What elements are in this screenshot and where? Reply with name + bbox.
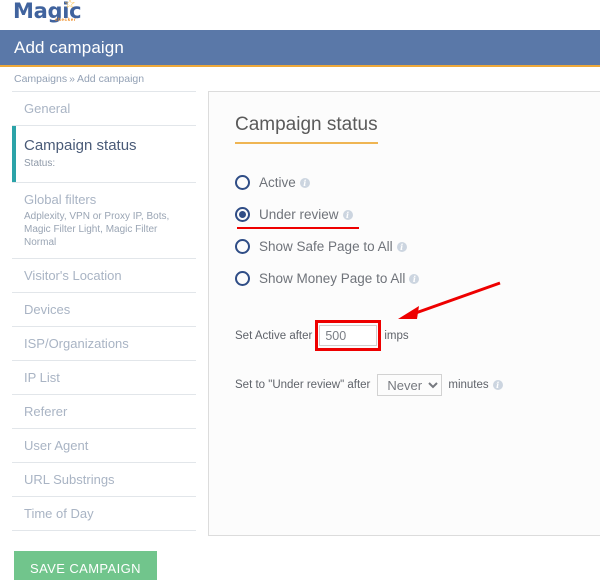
radio-option-label: Show Money Page to All — [259, 271, 406, 286]
breadcrumb: Campaigns » Add campaign — [0, 67, 600, 91]
radio-control[interactable] — [235, 175, 250, 190]
sidebar-item-url-substrings[interactable]: URL Substrings — [12, 463, 196, 497]
info-icon[interactable]: i — [409, 273, 420, 284]
radio-control[interactable] — [235, 239, 250, 254]
info-icon[interactable]: i — [492, 380, 503, 390]
sidebar-item-label: User Agent — [24, 438, 89, 453]
set-active-input-wrap — [315, 320, 382, 351]
radio-option-label: Active — [259, 175, 296, 190]
settings-sidebar: General Campaign status Status: Global filt… — [12, 91, 196, 531]
sidebar-item-label: Devices — [24, 302, 71, 317]
sidebar-item-isp-organizations[interactable]: ISP/Organizations — [12, 327, 196, 361]
radio-option-under-review[interactable]: Under review i — [235, 207, 359, 229]
page-title: Add campaign — [14, 37, 124, 57]
star-icon: ☆ — [64, 0, 76, 11]
radio-option-label: Show Safe Page to All — [259, 239, 393, 254]
app-root: Magic ☆ checker Add campaign Campaigns »… — [0, 0, 600, 580]
info-icon[interactable]: i — [299, 177, 310, 188]
set-under-review-label: Set to "Under review" after — [235, 379, 371, 391]
radio-option-show-safe-page-to-all[interactable]: Show Safe Page to All i — [235, 239, 407, 254]
magic-checker-logo[interactable]: Magic ☆ checker — [13, 0, 82, 22]
sidebar-item-label: Referer — [24, 404, 68, 419]
campaign-status-panel: Campaign status Active i Under review i Show… — [208, 91, 600, 536]
sidebar-item-devices[interactable]: Devices — [12, 293, 196, 327]
set-under-review-unit-label: minutes — [448, 379, 489, 391]
page-header-bar: Add campaign — [0, 30, 600, 67]
sidebar-item-label: Global filters — [24, 192, 97, 207]
radio-option-label: Under review — [259, 207, 339, 222]
sidebar-item-description: Status: — [24, 158, 56, 169]
radio-control[interactable] — [235, 207, 250, 222]
sidebar-item-campaign-status[interactable]: Campaign status Status: — [12, 126, 196, 183]
breadcrumb-campaigns[interactable]: Campaigns — [14, 73, 67, 85]
sidebar-item-ip-list[interactable]: IP List — [12, 361, 196, 395]
info-icon[interactable]: i — [342, 209, 353, 220]
info-icon[interactable]: i — [396, 241, 407, 252]
sidebar-item-visitor-s-location[interactable]: Visitor's Location — [12, 259, 196, 293]
sidebar-item-label: URL Substrings — [24, 472, 115, 487]
sidebar-item-label: Time of Day — [24, 506, 94, 521]
sidebar-item-label: IP List — [24, 370, 60, 385]
set-active-after-row: Set Active after imps — [235, 320, 600, 351]
logo-bar: Magic ☆ checker — [0, 0, 600, 30]
breadcrumb-separator: » — [69, 73, 75, 85]
content-area: General Campaign status Status: Global filt… — [0, 91, 600, 536]
sidebar-item-user-agent[interactable]: User Agent — [12, 429, 196, 463]
under-review-minutes-select[interactable]: Never510153060 — [377, 374, 443, 396]
campaign-status-radio-group: Active i Under review i Show Safe Page to Al… — [235, 175, 600, 286]
sidebar-item-label: Campaign status — [24, 137, 137, 154]
sidebar-item-global-filters[interactable]: Global filters Adplexity, VPN or Proxy IP… — [12, 183, 196, 259]
set-active-unit-label: imps — [384, 329, 409, 342]
footer-actions: SAVE CAMPAIGN — [0, 536, 600, 580]
sidebar-item-referer[interactable]: Referer — [12, 395, 196, 429]
sidebar-item-label: Visitor's Location — [24, 268, 122, 283]
set-under-review-after-row: Set to "Under review" after Never5101530… — [235, 374, 600, 396]
radio-control[interactable] — [235, 271, 250, 286]
sidebar-item-time-of-day[interactable]: Time of Day — [12, 497, 196, 531]
sidebar-item-label: ISP/Organizations — [24, 336, 129, 351]
radio-option-active[interactable]: Active i — [235, 175, 310, 190]
sidebar-item-general[interactable]: General — [12, 92, 196, 126]
panel-title: Campaign status — [235, 114, 378, 144]
breadcrumb-current: Add campaign — [76, 73, 145, 85]
save-campaign-button[interactable]: SAVE CAMPAIGN — [14, 551, 157, 580]
radio-option-show-money-page-to-all[interactable]: Show Money Page to All i — [235, 271, 420, 286]
sidebar-item-label: General — [24, 101, 71, 116]
sidebar-item-description: Adplexity, VPN or Proxy IP, Bots, Magic … — [24, 211, 170, 248]
logo-subtitle: checker — [55, 17, 77, 22]
set-active-label: Set Active after — [235, 329, 313, 342]
set-active-imps-input[interactable] — [319, 325, 378, 346]
under-review-select-wrap: Never510153060 — [377, 374, 443, 396]
